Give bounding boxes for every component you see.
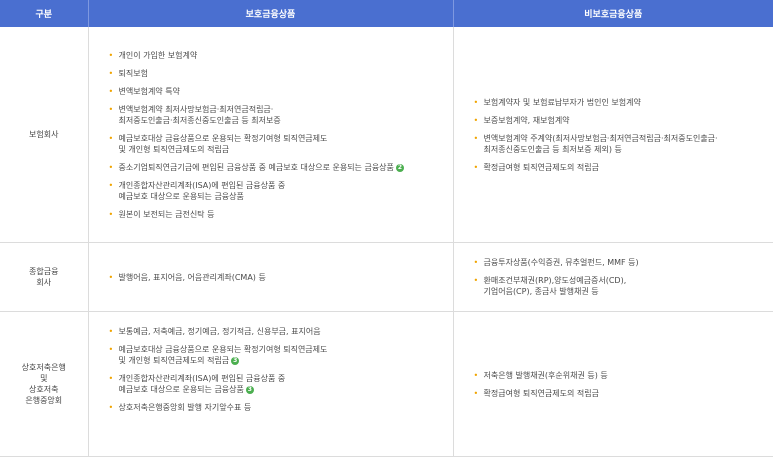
list-item: • 보증보험계약, 재보험계약 xyxy=(474,115,770,126)
list-item-text: 예금보호대상 금융상품으로 운용되는 확정기여형 퇴직연금제도 및 개인형 퇴직… xyxy=(118,133,328,154)
header-row: 구분 보호금융상품 비보호금융상품 xyxy=(0,0,773,27)
table-row: 종합금융회사 • 발행어음, 표지어음, 어음관리계좌(CMA) 등 • 금융투자상… xyxy=(0,242,773,312)
list-item: • 보통예금, 저축예금, 정기예금, 정기적금, 신용부금, 표지어음 xyxy=(109,326,449,337)
deposit-protection-table: 구분 보호금융상품 비보호금융상품 보험회사 • 개인이 가입한 보험계약 • 퇴직보… xyxy=(0,0,773,457)
category-label: 보험회사 xyxy=(29,130,59,139)
bullet-icon: • xyxy=(108,86,114,96)
list-item-text: 변액보험계약 주계약(최저사망보험금·최저연금적립금·최저중도인출금· 최저종신… xyxy=(483,133,718,154)
bullet-icon: • xyxy=(473,370,479,380)
category-cell: 종합금융회사 xyxy=(0,242,89,312)
bullet-icon: • xyxy=(108,327,114,336)
list-item: • 중소기업퇴직연금기금에 편입된 금융상품 중 예금보호 대상으로 운용되는 금… xyxy=(109,162,449,173)
list-item-text: 개인종합자산관리계좌(ISA)에 편입된 금융상품 중 예금보호 대상으로 운용… xyxy=(118,374,286,394)
list-item: • 개인이 가입한 보험계약 xyxy=(109,50,449,61)
bullet-icon: • xyxy=(108,345,114,354)
list-item-text: 개인이 가입한 보험계약 xyxy=(118,50,198,60)
list-item-text: 보통예금, 저축예금, 정기예금, 정기적금, 신용부금, 표지어음 xyxy=(118,327,321,336)
list-item-text: 보증보험계약, 재보험계약 xyxy=(483,115,570,125)
unprotected-list: • 금융투자상품(수익증권, 뮤추얼펀드, MMF 등) • 환매조건부채권(RP),… xyxy=(474,257,770,297)
footnote-badge: 3 xyxy=(245,386,254,394)
bullet-icon: • xyxy=(473,97,479,107)
list-item: • 원본이 보전되는 금전신탁 등 xyxy=(109,209,449,220)
bullet-icon: • xyxy=(108,68,114,78)
list-item-text: 변액보험계약 특약 xyxy=(118,86,180,96)
list-item: • 저축은행 발행채권(후순위채권 등) 등 xyxy=(474,370,770,381)
list-item: • 변액보험계약 최저사망보험금·최저연금적립금· 최저중도인출금·최저종신중도인… xyxy=(109,104,449,126)
list-item-text: 보험계약자 및 보험료납부자가 법인인 보험계약 xyxy=(483,97,641,107)
bullet-icon: • xyxy=(473,162,479,172)
list-item: • 변액보험계약 주계약(최저사망보험금·최저연금적립금·최저중도인출금· 최저종… xyxy=(474,133,770,155)
protected-list: • 보통예금, 저축예금, 정기예금, 정기적금, 신용부금, 표지어음 • 예금보호… xyxy=(109,326,449,413)
list-item: • 보험계약자 및 보험료납부자가 법인인 보험계약 xyxy=(474,97,770,108)
protected-list: • 개인이 가입한 보험계약 • 퇴직보험 • 변액보험계약 특약 • 변액보험계약 최저사망… xyxy=(109,50,449,220)
category-label: 회사 xyxy=(36,278,52,287)
category-cell: 상호저축은행및상호저축은행중앙회 xyxy=(0,311,89,457)
bullet-icon: • xyxy=(473,276,479,285)
bullet-icon: • xyxy=(108,209,114,219)
bullet-icon: • xyxy=(108,50,114,60)
footnote-badge: 2 xyxy=(395,163,404,172)
category-label: 상호저축 xyxy=(29,385,59,394)
bullet-icon: • xyxy=(108,133,114,143)
protected-cell: • 발행어음, 표지어음, 어음관리계좌(CMA) 등 xyxy=(88,242,454,312)
list-item-text: 환매조건부채권(RP),양도성예금증서(CD), 기업어음(CP), 종금사 발… xyxy=(483,276,627,296)
bullet-icon: • xyxy=(108,180,114,190)
protected-cell: • 보통예금, 저축예금, 정기예금, 정기적금, 신용부금, 표지어음 • 예금보호… xyxy=(88,311,454,457)
list-item: • 개인종합자산관리계좌(ISA)에 편입된 금융상품 중 예금보호 대상으로 운… xyxy=(109,180,449,202)
list-item: • 금융투자상품(수익증권, 뮤추얼펀드, MMF 등) xyxy=(474,257,770,268)
bullet-icon: • xyxy=(473,258,479,267)
list-item-text: 변액보험계약 최저사망보험금·최저연금적립금· 최저중도인출금·최저종신중도인출… xyxy=(118,104,281,125)
list-item-text: 발행어음, 표지어음, 어음관리계좌(CMA) 등 xyxy=(118,272,266,282)
bullet-icon: • xyxy=(108,272,114,282)
bullet-icon: • xyxy=(108,374,114,383)
list-item: • 확정급여형 퇴직연금제도의 적립금 xyxy=(474,162,770,173)
list-item-text: 개인종합자산관리계좌(ISA)에 편입된 금융상품 중 예금보호 대상으로 운용… xyxy=(118,180,286,201)
header-protected: 보호금융상품 xyxy=(88,0,454,27)
header-unprotected: 비보호금융상품 xyxy=(453,0,773,27)
unprotected-list: • 저축은행 발행채권(후순위채권 등) 등 • 확정급여형 퇴직연금제도의 적립금 xyxy=(474,370,770,399)
category-cell: 보험회사 xyxy=(0,27,89,243)
list-item: • 발행어음, 표지어음, 어음관리계좌(CMA) 등 xyxy=(109,272,449,283)
list-item: • 변액보험계약 특약 xyxy=(109,86,449,97)
unprotected-cell: • 보험계약자 및 보험료납부자가 법인인 보험계약 • 보증보험계약, 재보험계약 •… xyxy=(453,27,773,243)
category-label: 상호저축은행 xyxy=(21,363,66,372)
list-item: • 확정급여형 퇴직연금제도의 적립금 xyxy=(474,388,770,399)
list-item-text: 확정급여형 퇴직연금제도의 적립금 xyxy=(483,162,600,172)
list-item: • 상호저축은행중앙회 발행 자기앞수표 등 xyxy=(109,402,449,413)
bullet-icon: • xyxy=(473,115,479,125)
table-row: 보험회사 • 개인이 가입한 보험계약 • 퇴직보험 • 변액보험계약 특약 • 변액보험계약… xyxy=(0,27,773,243)
list-item-text: 원본이 보전되는 금전신탁 등 xyxy=(118,209,215,219)
table-row: 상호저축은행및상호저축은행중앙회 • 보통예금, 저축예금, 정기예금, 정기적금… xyxy=(0,311,773,457)
list-item-text: 예금보호대상 금융상품으로 운용되는 확정기여형 퇴직연금제도 및 개인형 퇴직… xyxy=(118,345,328,365)
bullet-icon: • xyxy=(108,403,114,412)
category-label: 은행중앙회 xyxy=(25,396,63,405)
list-item: • 예금보호대상 금융상품으로 운용되는 확정기여형 퇴직연금제도 및 개인형 퇴… xyxy=(109,344,449,366)
unprotected-cell: • 금융투자상품(수익증권, 뮤추얼펀드, MMF 등) • 환매조건부채권(RP),… xyxy=(453,242,773,312)
list-item-text: 퇴직보험 xyxy=(118,68,148,78)
header-category: 구분 xyxy=(0,0,89,27)
protected-list: • 발행어음, 표지어음, 어음관리계좌(CMA) 등 xyxy=(109,272,449,283)
list-item-text: 금융투자상품(수익증권, 뮤추얼펀드, MMF 등) xyxy=(483,258,639,267)
bullet-icon: • xyxy=(473,133,479,143)
list-item: • 환매조건부채권(RP),양도성예금증서(CD), 기업어음(CP), 종금사 … xyxy=(474,275,770,297)
list-item-text: 상호저축은행중앙회 발행 자기앞수표 등 xyxy=(118,403,252,412)
unprotected-cell: • 저축은행 발행채권(후순위채권 등) 등 • 확정급여형 퇴직연금제도의 적립금 xyxy=(453,311,773,457)
list-item: • 예금보호대상 금융상품으로 운용되는 확정기여형 퇴직연금제도 및 개인형 퇴… xyxy=(109,133,449,155)
list-item: • 개인종합자산관리계좌(ISA)에 편입된 금융상품 중 예금보호 대상으로 운… xyxy=(109,373,449,395)
bullet-icon: • xyxy=(473,388,479,398)
list-item-text: 중소기업퇴직연금기금에 편입된 금융상품 중 예금보호 대상으로 운용되는 금융… xyxy=(118,162,394,172)
bullet-icon: • xyxy=(108,162,114,172)
list-item: • 퇴직보험 xyxy=(109,68,449,79)
category-label: 종합금융 xyxy=(29,267,59,276)
list-item-text: 저축은행 발행채권(후순위채권 등) 등 xyxy=(483,370,608,380)
protected-cell: • 개인이 가입한 보험계약 • 퇴직보험 • 변액보험계약 특약 • 변액보험계약 최저사망… xyxy=(88,27,454,243)
bullet-icon: • xyxy=(108,104,114,114)
category-label: 및 xyxy=(40,374,48,383)
list-item-text: 확정급여형 퇴직연금제도의 적립금 xyxy=(483,388,600,398)
unprotected-list: • 보험계약자 및 보험료납부자가 법인인 보험계약 • 보증보험계약, 재보험계약 •… xyxy=(474,97,770,173)
footnote-badge: 3 xyxy=(231,357,240,365)
